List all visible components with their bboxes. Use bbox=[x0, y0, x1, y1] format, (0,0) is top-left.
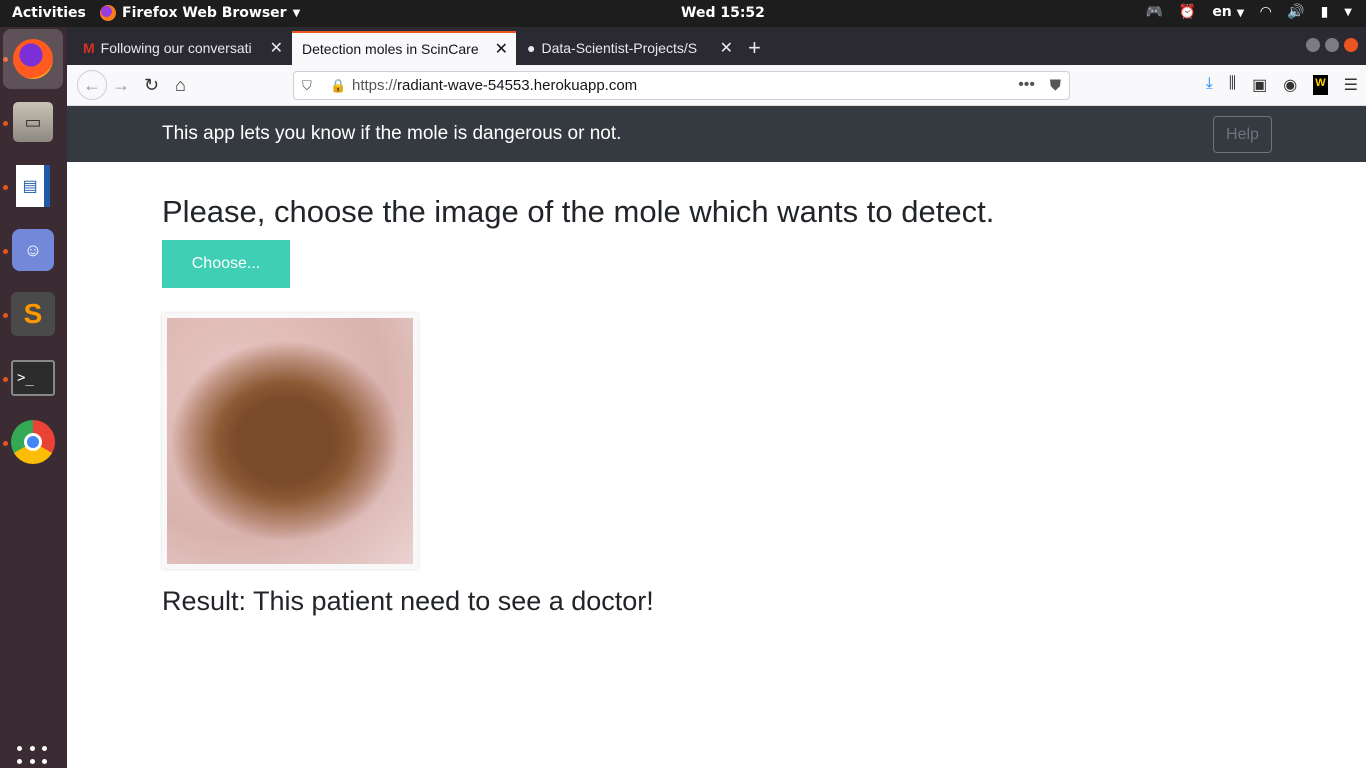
url-host: radiant-wave-54553.herokuapp.com bbox=[397, 77, 638, 94]
tab-label: Data-Scientist-Projects/S bbox=[541, 40, 698, 56]
app-tagline: This app lets you know if the mole is da… bbox=[162, 123, 622, 144]
hamburger-menu-icon[interactable]: ☰ bbox=[1344, 75, 1358, 95]
result-text: Result: This patient need to see a docto… bbox=[162, 586, 654, 616]
navigation-toolbar: ← → ↻ ⌂ ⛉ 🔒 https://radiant-wave-54553.h… bbox=[67, 65, 1366, 106]
app-header: This app lets you know if the mole is da… bbox=[67, 106, 1366, 162]
activities-button[interactable]: Activities bbox=[12, 5, 86, 21]
dock-libreoffice-impress[interactable]: ▤ bbox=[10, 163, 56, 209]
lock-icon[interactable]: 🔒 bbox=[330, 78, 346, 94]
library-icon[interactable]: ⫼ bbox=[1229, 75, 1236, 95]
url-bar[interactable]: ⛉ 🔒 https://radiant-wave-54553.herokuapp… bbox=[293, 71, 1070, 100]
dock-terminal[interactable]: >_ bbox=[10, 355, 56, 401]
system-tray: 🎮 ⏰ en ▼ ◠ 🔊 ▮ ▼ bbox=[1145, 4, 1352, 20]
firefox-icon bbox=[100, 5, 116, 21]
toolbar-right: ⤓ ⫼ ▣ ◉ W ☰ bbox=[1206, 75, 1358, 95]
close-tab-icon[interactable]: ✕ bbox=[495, 39, 508, 59]
app-menu[interactable]: Firefox Web Browser ▼ bbox=[100, 5, 300, 21]
tab-gmail[interactable]: M Following our conversati ✕ bbox=[73, 31, 291, 65]
image-preview bbox=[162, 313, 418, 569]
running-indicator bbox=[3, 441, 8, 446]
sublime-icon: S bbox=[11, 292, 55, 336]
battery-icon[interactable]: ▮ bbox=[1321, 4, 1329, 20]
dock-sublime-text[interactable]: S bbox=[10, 291, 56, 337]
dock-discord[interactable]: ☺ bbox=[10, 227, 56, 273]
web-page: This app lets you know if the mole is da… bbox=[67, 106, 1366, 768]
files-icon: ▭ bbox=[13, 102, 53, 142]
close-window-icon[interactable] bbox=[1344, 38, 1358, 52]
running-indicator bbox=[3, 121, 8, 126]
wifi-icon[interactable]: ◠ bbox=[1260, 4, 1271, 20]
chrome-icon bbox=[11, 420, 55, 464]
chevron-down-icon: ▼ bbox=[1236, 8, 1245, 19]
dock-files[interactable]: ▭ bbox=[10, 99, 56, 145]
running-indicator bbox=[3, 377, 8, 382]
show-applications-icon[interactable] bbox=[17, 746, 49, 778]
tracking-shield-icon[interactable]: ⛉ bbox=[302, 78, 312, 94]
system-top-bar: Activities Firefox Web Browser ▼ Wed 15:… bbox=[0, 0, 1366, 27]
discord-icon: ☺ bbox=[12, 229, 54, 271]
page-actions-icon[interactable]: ••• bbox=[1018, 76, 1035, 94]
terminal-icon: >_ bbox=[11, 360, 55, 396]
dock: ▭ ▤ ☺ S >_ bbox=[0, 27, 67, 777]
language-indicator[interactable]: en ▼ bbox=[1212, 4, 1244, 20]
tab-scincare[interactable]: Detection moles in ScinCare ✕ bbox=[292, 31, 516, 65]
alarm-clock-icon[interactable]: ⏰ bbox=[1179, 4, 1196, 20]
back-arrow-icon[interactable]: ← bbox=[77, 70, 107, 100]
window-controls bbox=[1306, 38, 1358, 52]
new-tab-plus-icon[interactable]: + bbox=[748, 35, 761, 61]
page-title: Please, choose the image of the mole whi… bbox=[162, 194, 995, 229]
sidebar-icon[interactable]: ▣ bbox=[1252, 75, 1267, 95]
app-menu-label: Firefox Web Browser bbox=[122, 5, 287, 21]
extension-icon[interactable]: W bbox=[1313, 75, 1328, 95]
dock-firefox[interactable] bbox=[3, 29, 63, 89]
running-indicator bbox=[3, 249, 8, 254]
maximize-icon[interactable] bbox=[1325, 38, 1339, 52]
tab-bar: M Following our conversati ✕ Detection m… bbox=[67, 27, 1366, 65]
download-icon[interactable]: ⤓ bbox=[1206, 75, 1213, 95]
forward-arrow-icon[interactable]: → bbox=[112, 75, 130, 96]
reload-icon[interactable]: ↻ bbox=[144, 75, 159, 96]
mole-image bbox=[167, 318, 413, 564]
github-icon: ● bbox=[527, 40, 536, 56]
choose-file-button[interactable]: Choose... bbox=[162, 240, 290, 288]
home-icon[interactable]: ⌂ bbox=[175, 75, 186, 96]
volume-icon[interactable]: 🔊 bbox=[1287, 4, 1304, 20]
running-indicator bbox=[3, 313, 8, 318]
minimize-icon[interactable] bbox=[1306, 38, 1320, 52]
impress-icon: ▤ bbox=[16, 165, 50, 207]
close-tab-icon[interactable]: ✕ bbox=[720, 38, 733, 58]
help-button[interactable]: Help bbox=[1213, 116, 1272, 153]
dock-chrome[interactable] bbox=[10, 419, 56, 465]
pocket-icon[interactable]: ⛊ bbox=[1050, 77, 1061, 94]
gmail-icon: M bbox=[83, 40, 95, 56]
tab-github[interactable]: ● Data-Scientist-Projects/S ✕ bbox=[517, 31, 741, 65]
tab-label: Detection moles in ScinCare bbox=[302, 41, 479, 57]
account-icon[interactable]: ◉ bbox=[1283, 75, 1297, 95]
discord-tray-icon[interactable]: 🎮 bbox=[1145, 4, 1162, 20]
running-indicator bbox=[3, 185, 8, 190]
tab-label: Following our conversati bbox=[100, 40, 252, 56]
chevron-down-icon: ▼ bbox=[292, 7, 301, 19]
firefox-icon bbox=[13, 39, 53, 79]
url-scheme: https:// bbox=[352, 77, 398, 94]
system-menu-chevron-icon[interactable]: ▼ bbox=[1344, 7, 1352, 18]
clock[interactable]: Wed 15:52 bbox=[681, 5, 765, 21]
close-tab-icon[interactable]: ✕ bbox=[270, 38, 283, 58]
